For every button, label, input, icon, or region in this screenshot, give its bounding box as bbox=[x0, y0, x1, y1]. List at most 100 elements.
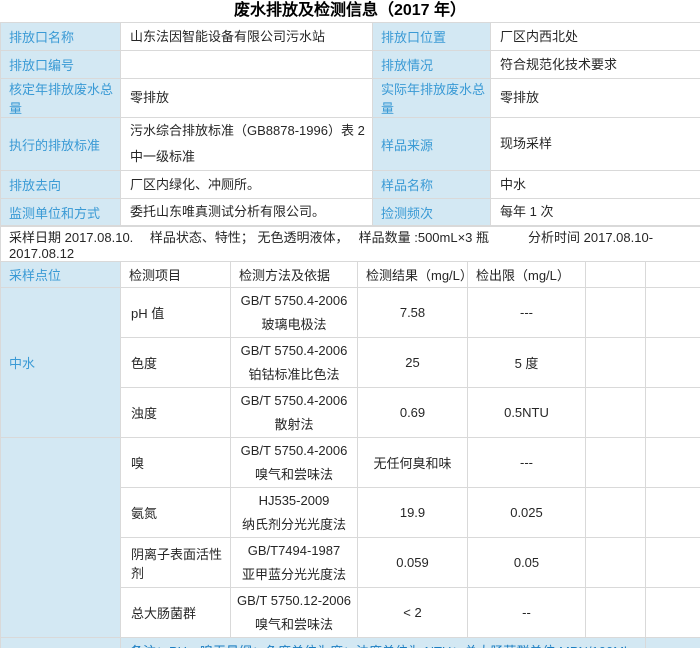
item-cell: 氨氮 bbox=[121, 488, 231, 538]
method-standard: GB/T 5750.4-2006 bbox=[231, 439, 357, 463]
result-cell: 7.58 bbox=[358, 288, 468, 338]
blank-cell bbox=[646, 488, 700, 538]
info-label: 执行的排放标准 bbox=[1, 118, 121, 171]
header-blank bbox=[646, 262, 700, 288]
header-method: 检测方法及依据 bbox=[231, 262, 358, 288]
item-cell: pH 值 bbox=[121, 288, 231, 338]
info-table: 排放口名称 山东法因智能设备有限公司污水站 排放口位置 厂区内西北处 排放口编号… bbox=[0, 22, 700, 226]
result-cell: < 2 bbox=[358, 588, 468, 638]
detail-row: 嗅 GB/T 5750.4-2006 嗅气和尝味法 无任何臭和味 --- bbox=[1, 438, 700, 488]
info-row: 排放去向 厂区内绿化、冲厕所。 样品名称 中水 bbox=[1, 171, 700, 199]
info-label: 捡测频次 bbox=[373, 199, 491, 226]
blank-cell bbox=[646, 438, 700, 488]
limit-cell: 0.5NTU bbox=[468, 388, 586, 438]
limit-cell: 0.05 bbox=[468, 538, 586, 588]
blank-cell bbox=[586, 388, 646, 438]
item-cell: 嗅 bbox=[121, 438, 231, 488]
header-result: 检测结果（mg/L） bbox=[358, 262, 468, 288]
info-label: 排放口编号 bbox=[1, 51, 121, 79]
header-limit: 检出限（mg/L） bbox=[468, 262, 586, 288]
footer-note-left bbox=[1, 638, 121, 648]
info-label: 排放口名称 bbox=[1, 23, 121, 51]
info-row: 核定年排放废水总量 零排放 实际年排放废水总量 零排放 bbox=[1, 79, 700, 118]
info-value bbox=[121, 51, 373, 79]
info-row: 执行的排放标准 污水综合排放标准（GB8878-1996）表 2 中一级标准 样… bbox=[1, 118, 700, 171]
blank-cell bbox=[646, 388, 700, 438]
info-label: 实际年排放废水总量 bbox=[373, 79, 491, 118]
info-value: 厂区内绿化、冲厕所。 bbox=[121, 171, 373, 199]
method-name: 散射法 bbox=[231, 413, 357, 437]
method-name: 亚甲蓝分光光度法 bbox=[231, 563, 357, 587]
limit-cell: -- bbox=[468, 588, 586, 638]
item-cell: 浊度 bbox=[121, 388, 231, 438]
sampling-point-empty-cell bbox=[1, 438, 121, 638]
header-blank bbox=[586, 262, 646, 288]
blank-cell bbox=[646, 588, 700, 638]
info-value: 零排放 bbox=[121, 79, 373, 118]
info-value: 零排放 bbox=[491, 79, 700, 118]
info-value: 厂区内西北处 bbox=[491, 23, 700, 51]
info-value: 委托山东唯真测试分析有限公司。 bbox=[121, 199, 373, 226]
limit-cell: 0.025 bbox=[468, 488, 586, 538]
method-cell: GB/T 5750.4-2006 玻璃电极法 bbox=[231, 288, 358, 338]
blank-cell bbox=[586, 538, 646, 588]
info-label: 排放口位置 bbox=[373, 23, 491, 51]
item-cell: 色度 bbox=[121, 338, 231, 388]
method-standard: HJ535-2009 bbox=[231, 489, 357, 513]
method-standard: GB/T7494-1987 bbox=[231, 539, 357, 563]
header-sampling-point: 采样点位 bbox=[1, 262, 121, 288]
info-value: 中水 bbox=[491, 171, 700, 199]
limit-cell: 5 度 bbox=[468, 338, 586, 388]
info-value: 污水综合排放标准（GB8878-1996）表 2 中一级标准 bbox=[121, 118, 373, 171]
result-cell: 25 bbox=[358, 338, 468, 388]
info-label: 排放去向 bbox=[1, 171, 121, 199]
info-row: 排放口编号 排放情况 符合规范化技术要求 bbox=[1, 51, 700, 79]
blank-cell bbox=[646, 288, 700, 338]
info-value: 每年 1 次 bbox=[491, 199, 700, 226]
info-row: 排放口名称 山东法因智能设备有限公司污水站 排放口位置 厂区内西北处 bbox=[1, 23, 700, 51]
footer-note-row: 备注：PH、嗅无量纲；色度单位为度；浊度单位为 NTU；总大肠菌群单位 MPN/… bbox=[1, 638, 700, 648]
blank-cell bbox=[646, 538, 700, 588]
result-cell: 0.69 bbox=[358, 388, 468, 438]
blank-cell bbox=[646, 338, 700, 388]
info-value: 现场采样 bbox=[491, 118, 700, 171]
method-standard: GB/T 5750.4-2006 bbox=[231, 289, 357, 313]
info-row: 监测单位和方式 委托山东唯真测试分析有限公司。 捡测频次 每年 1 次 bbox=[1, 199, 700, 226]
report-page: 废水排放及检测信息（2017 年） 排放口名称 山东法因智能设备有限公司污水站 … bbox=[0, 0, 700, 648]
footer-note-right bbox=[646, 638, 700, 648]
detail-header-row: 采样点位 检测项目 检测方法及依据 检测结果（mg/L） 检出限（mg/L） bbox=[1, 262, 700, 288]
footer-note-text: 备注：PH、嗅无量纲；色度单位为度；浊度单位为 NTU；总大肠菌群单位 MPN/… bbox=[121, 638, 646, 648]
method-name: 玻璃电极法 bbox=[231, 313, 357, 337]
sampling-point-cell: 中水 bbox=[1, 288, 121, 438]
method-standard: GB/T 5750.12-2006 bbox=[231, 589, 357, 613]
limit-cell: --- bbox=[468, 438, 586, 488]
blank-cell bbox=[586, 488, 646, 538]
method-standard: GB/T 5750.4-2006 bbox=[231, 389, 357, 413]
method-cell: GB/T 5750.4-2006 铂钴标准比色法 bbox=[231, 338, 358, 388]
info-label: 样品来源 bbox=[373, 118, 491, 171]
method-standard: GB/T 5750.4-2006 bbox=[231, 339, 357, 363]
item-cell: 阴离子表面活性剂 bbox=[121, 538, 231, 588]
header-item: 检测项目 bbox=[121, 262, 231, 288]
info-value: 符合规范化技术要求 bbox=[491, 51, 700, 79]
sample-info-text: 采样日期 2017.08.10. 样品状态、特性； 无色透明液体， 样品数量 :… bbox=[1, 227, 700, 262]
method-cell: GB/T 5750.4-2006 散射法 bbox=[231, 388, 358, 438]
blank-cell bbox=[586, 288, 646, 338]
sample-info-row: 采样日期 2017.08.10. 样品状态、特性； 无色透明液体， 样品数量 :… bbox=[1, 227, 700, 262]
blank-cell bbox=[586, 588, 646, 638]
info-label: 监测单位和方式 bbox=[1, 199, 121, 226]
blank-cell bbox=[586, 338, 646, 388]
method-name: 铂钴标准比色法 bbox=[231, 363, 357, 387]
method-name: 嗅气和尝味法 bbox=[231, 463, 357, 487]
page-title: 废水排放及检测信息（2017 年） bbox=[0, 0, 700, 22]
method-cell: GB/T 5750.4-2006 嗅气和尝味法 bbox=[231, 438, 358, 488]
info-value: 山东法因智能设备有限公司污水站 bbox=[121, 23, 373, 51]
method-name: 嗅气和尝味法 bbox=[231, 613, 357, 637]
method-cell: GB/T7494-1987 亚甲蓝分光光度法 bbox=[231, 538, 358, 588]
method-cell: GB/T 5750.12-2006 嗅气和尝味法 bbox=[231, 588, 358, 638]
result-cell: 19.9 bbox=[358, 488, 468, 538]
method-cell: HJ535-2009 纳氏剂分光光度法 bbox=[231, 488, 358, 538]
item-cell: 总大肠菌群 bbox=[121, 588, 231, 638]
result-cell: 无任何臭和味 bbox=[358, 438, 468, 488]
info-label: 核定年排放废水总量 bbox=[1, 79, 121, 118]
